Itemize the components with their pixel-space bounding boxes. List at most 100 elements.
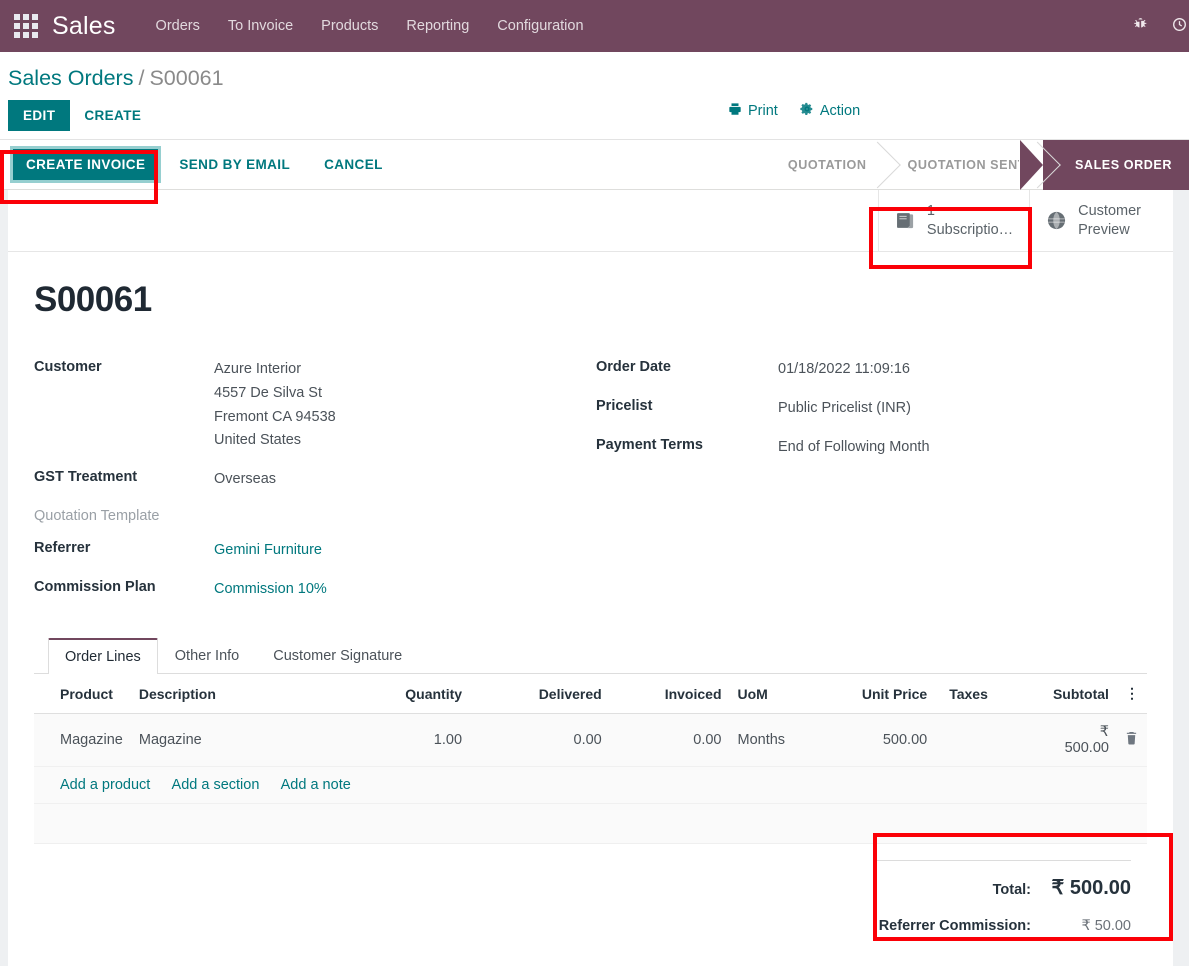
tab-other-info[interactable]: Other Info bbox=[158, 638, 256, 674]
edit-create-row: EDIT CREATE Print Action bbox=[0, 97, 1189, 139]
totals-block: Total: ₹ 500.00 Referrer Commission: ₹ 5… bbox=[873, 860, 1131, 952]
menu-configuration[interactable]: Configuration bbox=[483, 1, 597, 51]
cancel-button[interactable]: CANCEL bbox=[310, 148, 397, 181]
col-subtotal: Subtotal bbox=[1044, 674, 1117, 715]
app-brand-sales[interactable]: Sales bbox=[52, 12, 116, 41]
col-invoiced: Invoiced bbox=[609, 674, 730, 715]
field-payment-terms-value[interactable]: End of Following Month bbox=[778, 436, 930, 460]
field-pricelist-label: Pricelist bbox=[596, 397, 653, 414]
menu-reporting[interactable]: Reporting bbox=[392, 1, 483, 51]
create-invoice-button[interactable]: CREATE INVOICE bbox=[9, 146, 162, 183]
print-label: Print bbox=[748, 103, 778, 119]
apps-grid-icon[interactable] bbox=[14, 14, 38, 38]
create-button[interactable]: CREATE bbox=[70, 100, 155, 131]
referrer-commission-row: Referrer Commission: ₹ 50.00 bbox=[873, 918, 1131, 934]
kebab-menu-icon[interactable]: ⋮ bbox=[1116, 674, 1147, 715]
col-description: Description bbox=[130, 674, 331, 715]
cell-taxes[interactable] bbox=[935, 713, 1045, 768]
table-row[interactable]: Magazine Magazine 1.00 0.00 0.00 Months … bbox=[34, 713, 1147, 768]
customer-address-line-2: Fremont CA 94538 bbox=[214, 408, 336, 425]
form-group-left: Customer Azure Interior 4557 De Silva St… bbox=[34, 358, 596, 616]
breadcrumb: Sales Orders / S00061 bbox=[0, 52, 1189, 97]
cell-invoiced[interactable]: 0.00 bbox=[609, 713, 730, 768]
bug-icon[interactable] bbox=[1121, 17, 1160, 35]
add-a-section-link[interactable]: Add a section bbox=[172, 777, 260, 793]
referrer-commission-value: ₹ 50.00 bbox=[1081, 918, 1131, 935]
breadcrumb-separator: / bbox=[138, 66, 145, 90]
cell-product[interactable]: Magazine bbox=[34, 713, 131, 768]
field-commission-plan-label: Commission Plan bbox=[34, 578, 156, 595]
print-button[interactable]: Print bbox=[728, 102, 778, 120]
field-quotation-template-label: Quotation Template bbox=[34, 507, 160, 524]
referrer-link[interactable]: Gemini Furniture bbox=[214, 539, 322, 563]
statusbar: CREATE INVOICE SEND BY EMAIL CANCEL QUOT… bbox=[0, 139, 1189, 190]
field-pricelist-value[interactable]: Public Pricelist (INR) bbox=[778, 397, 911, 421]
field-pricelist: Pricelist Public Pricelist (INR) bbox=[596, 397, 1147, 421]
col-taxes: Taxes bbox=[935, 674, 1045, 715]
field-order-date: Order Date 01/18/2022 11:09:16 bbox=[596, 358, 1147, 382]
col-product: Product bbox=[34, 674, 131, 715]
field-referrer-label: Referrer bbox=[34, 539, 91, 556]
send-by-email-button[interactable]: SEND BY EMAIL bbox=[165, 148, 304, 181]
breadcrumb-sales-orders[interactable]: Sales Orders bbox=[8, 66, 133, 91]
customer-preview-line1: Customer bbox=[1078, 203, 1141, 220]
subscriptions-button[interactable]: 1 Subscriptio… bbox=[877, 190, 1029, 251]
customer-preview-text: Customer Preview bbox=[1078, 202, 1141, 238]
field-gst-treatment-label: GST Treatment bbox=[34, 469, 138, 486]
add-a-product-link[interactable]: Add a product bbox=[60, 777, 150, 793]
globe-icon bbox=[1046, 210, 1067, 231]
customer-address-line-3: United States bbox=[214, 432, 302, 449]
cell-unit-price[interactable]: 500.00 bbox=[825, 713, 936, 768]
cell-quantity[interactable]: 1.00 bbox=[330, 713, 471, 768]
add-links-row: Add a product Add a section Add a note bbox=[34, 766, 1147, 805]
clock-icon[interactable] bbox=[1160, 17, 1189, 35]
menu-products[interactable]: Products bbox=[307, 1, 392, 51]
totals-area: Total: ₹ 500.00 Referrer Commission: ₹ 5… bbox=[34, 844, 1147, 966]
col-quantity: Quantity bbox=[330, 674, 471, 715]
col-uom: UoM bbox=[729, 674, 826, 715]
cell-delivered[interactable]: 0.00 bbox=[470, 713, 610, 768]
menu-to-invoice[interactable]: To Invoice bbox=[214, 1, 307, 51]
commission-plan-link[interactable]: Commission 10% bbox=[214, 578, 327, 602]
field-customer-label: Customer bbox=[34, 359, 102, 375]
table-filler bbox=[34, 804, 1147, 845]
book-icon bbox=[895, 211, 916, 230]
order-lines-body: Magazine Magazine 1.00 0.00 0.00 Months … bbox=[34, 713, 1147, 805]
customer-preview-button[interactable]: Customer Preview bbox=[1029, 190, 1157, 251]
stage-quotation[interactable]: QUOTATION bbox=[764, 140, 884, 190]
cell-uom[interactable]: Months bbox=[729, 713, 826, 768]
odoo-sales-order-page: Sales Orders To Invoice Products Reporti… bbox=[0, 0, 1189, 966]
field-payment-terms-label: Payment Terms bbox=[596, 436, 703, 453]
field-order-date-value[interactable]: 01/18/2022 11:09:16 bbox=[778, 358, 910, 382]
breadcrumb-current-record: S00061 bbox=[149, 66, 224, 90]
record-sheet: S00061 Customer Azure Interior 4557 De S… bbox=[8, 252, 1173, 966]
cell-subtotal: ₹ 500.00 bbox=[1044, 713, 1117, 768]
subscriptions-label: Subscriptio… bbox=[926, 221, 1014, 238]
notebook: Order Lines Other Info Customer Signatur… bbox=[34, 638, 1147, 845]
menu-orders[interactable]: Orders bbox=[142, 1, 214, 51]
status-stages: QUOTATION QUOTATION SENT SALES ORDER bbox=[764, 140, 1189, 190]
tab-customer-signature[interactable]: Customer Signature bbox=[256, 638, 419, 674]
add-a-note-link[interactable]: Add a note bbox=[281, 777, 351, 793]
form-group-right: Order Date 01/18/2022 11:09:16 Pricelist… bbox=[596, 358, 1147, 616]
field-customer-value-block: Azure Interior 4557 De Silva St Fremont … bbox=[214, 358, 336, 453]
tab-order-lines[interactable]: Order Lines bbox=[48, 638, 158, 675]
cell-description[interactable]: Magazine bbox=[130, 713, 331, 768]
edit-button[interactable]: EDIT bbox=[8, 100, 71, 131]
field-order-date-label: Order Date bbox=[596, 359, 671, 375]
trash-icon[interactable] bbox=[1116, 713, 1147, 768]
field-gst-treatment-value[interactable]: Overseas bbox=[214, 468, 276, 492]
smart-buttons-row: 1 Subscriptio… Customer Preview bbox=[8, 190, 1173, 252]
customer-link[interactable]: Azure Interior bbox=[214, 358, 336, 382]
order-lines-head: Product Description Quantity Delivered I… bbox=[34, 674, 1147, 715]
field-referrer: Referrer Gemini Furniture bbox=[34, 539, 596, 563]
field-quotation-template: Quotation Template bbox=[34, 507, 596, 524]
order-lines-table: Product Description Quantity Delivered I… bbox=[34, 674, 1147, 805]
stage-sales-order-label: SALES ORDER bbox=[1074, 158, 1172, 172]
subscriptions-text: 1 Subscriptio… bbox=[927, 202, 1013, 238]
field-payment-terms: Payment Terms End of Following Month bbox=[596, 436, 1147, 460]
control-panel: Sales Orders / S00061 EDIT CREATE Print bbox=[0, 52, 1189, 190]
stage-sales-order[interactable]: SALES ORDER bbox=[1018, 140, 1189, 190]
action-button[interactable]: Action bbox=[800, 102, 860, 120]
field-customer: Customer Azure Interior 4557 De Silva St… bbox=[34, 358, 596, 453]
